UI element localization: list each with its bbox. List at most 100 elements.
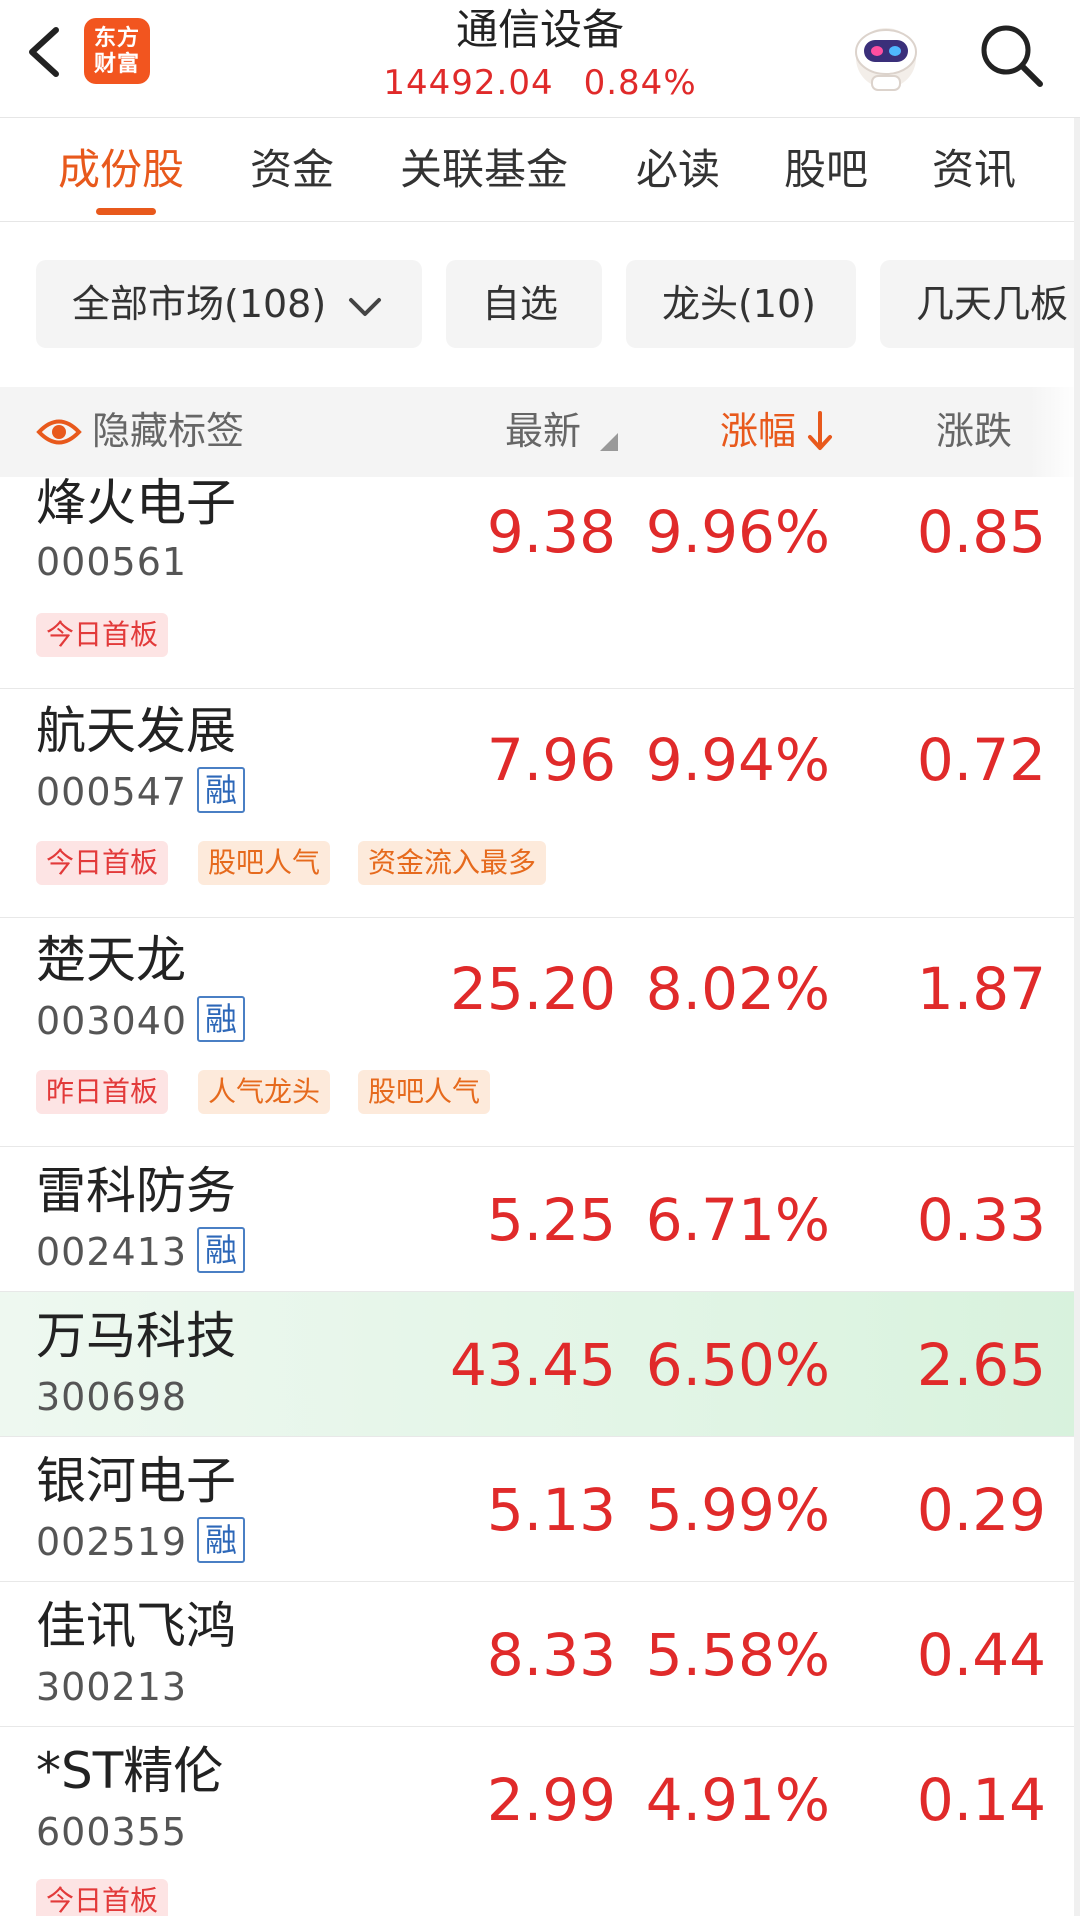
change-amount: 0.72: [916, 726, 1046, 794]
stock-code-line: 002413 融: [36, 1227, 246, 1277]
eye-icon[interactable]: [36, 415, 82, 449]
tab-forum[interactable]: 股吧: [784, 142, 868, 198]
stock-name: 烽火电子: [36, 474, 236, 532]
latest-price: 2.99: [486, 1766, 616, 1834]
market-filter-label: 全部市场(108): [72, 282, 327, 326]
stock-row-highlighted[interactable]: 万马科技 300698 43.45 6.50% 2.65: [0, 1292, 1080, 1437]
stock-name: 雷科防务: [36, 1162, 236, 1220]
stock-name: 万马科技: [36, 1307, 236, 1365]
change-percent: 4.91%: [645, 1766, 830, 1834]
change-percent: 8.02%: [645, 955, 830, 1023]
filter-consecutive-limit-ups[interactable]: 几天几板: [880, 260, 1080, 348]
stock-row[interactable]: 楚天龙 003040 融 25.20 8.02% 1.87 昨日首板 人气龙头 股…: [0, 918, 1080, 1147]
filter-watchlist[interactable]: 自选: [446, 260, 602, 348]
tab-related-funds[interactable]: 关联基金: [400, 142, 568, 198]
market-filter-dropdown[interactable]: 全部市场(108): [36, 260, 422, 348]
header-fade: [1030, 387, 1080, 477]
stock-code-line: 000547 融: [36, 767, 246, 817]
margin-badge: 融: [197, 767, 246, 813]
tag-badge: 资金流入最多: [358, 841, 547, 885]
logo-line-1: 东方: [93, 26, 140, 51]
tag-badge: 股吧人气: [198, 841, 331, 885]
tab-funds-flow[interactable]: 资金: [250, 142, 334, 198]
change-percent: 6.71%: [645, 1186, 830, 1254]
active-tab-indicator: [96, 208, 156, 215]
page-title: 通信设备: [455, 5, 624, 54]
margin-badge: 融: [197, 1227, 246, 1273]
index-change: 0.84%: [583, 63, 697, 103]
tab-must-read[interactable]: 必读: [636, 142, 720, 198]
change-amount: 0.33: [916, 1186, 1046, 1254]
latest-price: 25.20: [449, 955, 616, 1023]
tab-news[interactable]: 资讯: [932, 142, 1016, 198]
chevron-down-icon: [349, 297, 382, 316]
stock-code: 003040: [36, 999, 188, 1043]
scrollbar[interactable]: [1074, 118, 1080, 1916]
tag-badge: 今日首板: [36, 1879, 169, 1916]
stock-row[interactable]: 银河电子 002519 融 5.13 5.99% 0.29: [0, 1437, 1080, 1582]
stock-row[interactable]: *ST精伦 600355 2.99 4.91% 0.14 今日首板: [0, 1727, 1080, 1916]
change-amount: 0.85: [916, 498, 1046, 566]
stock-code: 300698: [36, 1375, 188, 1419]
change-percent: 5.99%: [645, 1476, 830, 1544]
stock-code-line: 002519 融: [36, 1517, 246, 1567]
latest-price: 9.38: [486, 498, 616, 566]
logo-line-2: 财富: [93, 52, 140, 77]
stock-code: 000561: [36, 540, 188, 584]
tag-badge: 今日首板: [36, 841, 169, 885]
stock-row[interactable]: 烽火电子 000561 9.38 9.96% 0.85 今日首板: [0, 474, 1080, 689]
table-header: 隐藏标签 最新 涨幅 涨跌: [0, 387, 1030, 477]
stock-name: 楚天龙: [36, 931, 186, 989]
column-latest-price[interactable]: 最新: [505, 404, 581, 458]
column-change-percent[interactable]: 涨幅: [720, 404, 796, 458]
margin-badge: 融: [197, 996, 246, 1042]
search-icon[interactable]: [976, 20, 1048, 92]
change-amount: 2.65: [916, 1331, 1046, 1399]
tag-badge: 股吧人气: [358, 1070, 491, 1114]
index-quote: 14492.04 0.84%: [340, 58, 740, 108]
top-bar: 东方 财富 通信设备 14492.04 0.84%: [0, 0, 1080, 118]
latest-price: 5.13: [486, 1476, 616, 1544]
stock-row[interactable]: 佳讯飞鸿 300213 8.33 5.58% 0.44: [0, 1582, 1080, 1727]
tab-bar: 成份股 资金 关联基金 必读 股吧 资讯: [0, 118, 1080, 222]
app-logo[interactable]: 东方 财富: [84, 18, 150, 84]
stock-code: 300213: [36, 1665, 188, 1709]
stock-row[interactable]: 雷科防务 002413 融 5.25 6.71% 0.33: [0, 1147, 1080, 1292]
filter-leaders[interactable]: 龙头(10): [626, 260, 856, 348]
change-amount: 1.87: [916, 955, 1046, 1023]
stock-name: *ST精伦: [36, 1742, 224, 1800]
sort-indicator-icon: [600, 433, 618, 451]
latest-price: 7.96: [486, 726, 616, 794]
tab-constituents[interactable]: 成份股: [58, 142, 184, 198]
stock-code: 600355: [36, 1810, 188, 1854]
stock-name: 银河电子: [36, 1452, 236, 1510]
change-amount: 0.14: [916, 1766, 1046, 1834]
latest-price: 43.45: [449, 1331, 616, 1399]
sector-title-block: 通信设备 14492.04 0.84%: [340, 0, 740, 108]
stock-code: 002413: [36, 1230, 188, 1274]
stock-code: 002519: [36, 1520, 188, 1564]
latest-price: 8.33: [486, 1621, 616, 1689]
latest-price: 5.25: [486, 1186, 616, 1254]
tag-badge: 人气龙头: [198, 1070, 331, 1114]
index-value: 14492.04: [383, 63, 554, 103]
hide-tags-toggle[interactable]: 隐藏标签: [92, 404, 244, 458]
chevron-left-icon[interactable]: [22, 22, 72, 82]
change-percent: 6.50%: [645, 1331, 830, 1399]
margin-badge: 融: [197, 1517, 246, 1563]
change-percent: 5.58%: [645, 1621, 830, 1689]
stock-row[interactable]: 航天发展 000547 融 7.96 9.94% 0.72 今日首板 股吧人气 资…: [0, 689, 1080, 918]
sort-descending-icon: [808, 411, 832, 450]
stock-name: 佳讯飞鸿: [36, 1597, 236, 1655]
change-amount: 0.29: [916, 1476, 1046, 1544]
stock-code: 000547: [36, 770, 188, 814]
stock-name: 航天发展: [36, 702, 236, 760]
tag-badge: 昨日首板: [36, 1070, 169, 1114]
stock-code-line: 003040 融: [36, 996, 246, 1046]
column-change-amount[interactable]: 涨跌: [936, 404, 1012, 458]
change-percent: 9.94%: [645, 726, 830, 794]
robot-assistant-icon[interactable]: [846, 14, 926, 94]
tag-badge: 今日首板: [36, 613, 169, 657]
change-percent: 9.96%: [645, 498, 830, 566]
change-amount: 0.44: [916, 1621, 1046, 1689]
